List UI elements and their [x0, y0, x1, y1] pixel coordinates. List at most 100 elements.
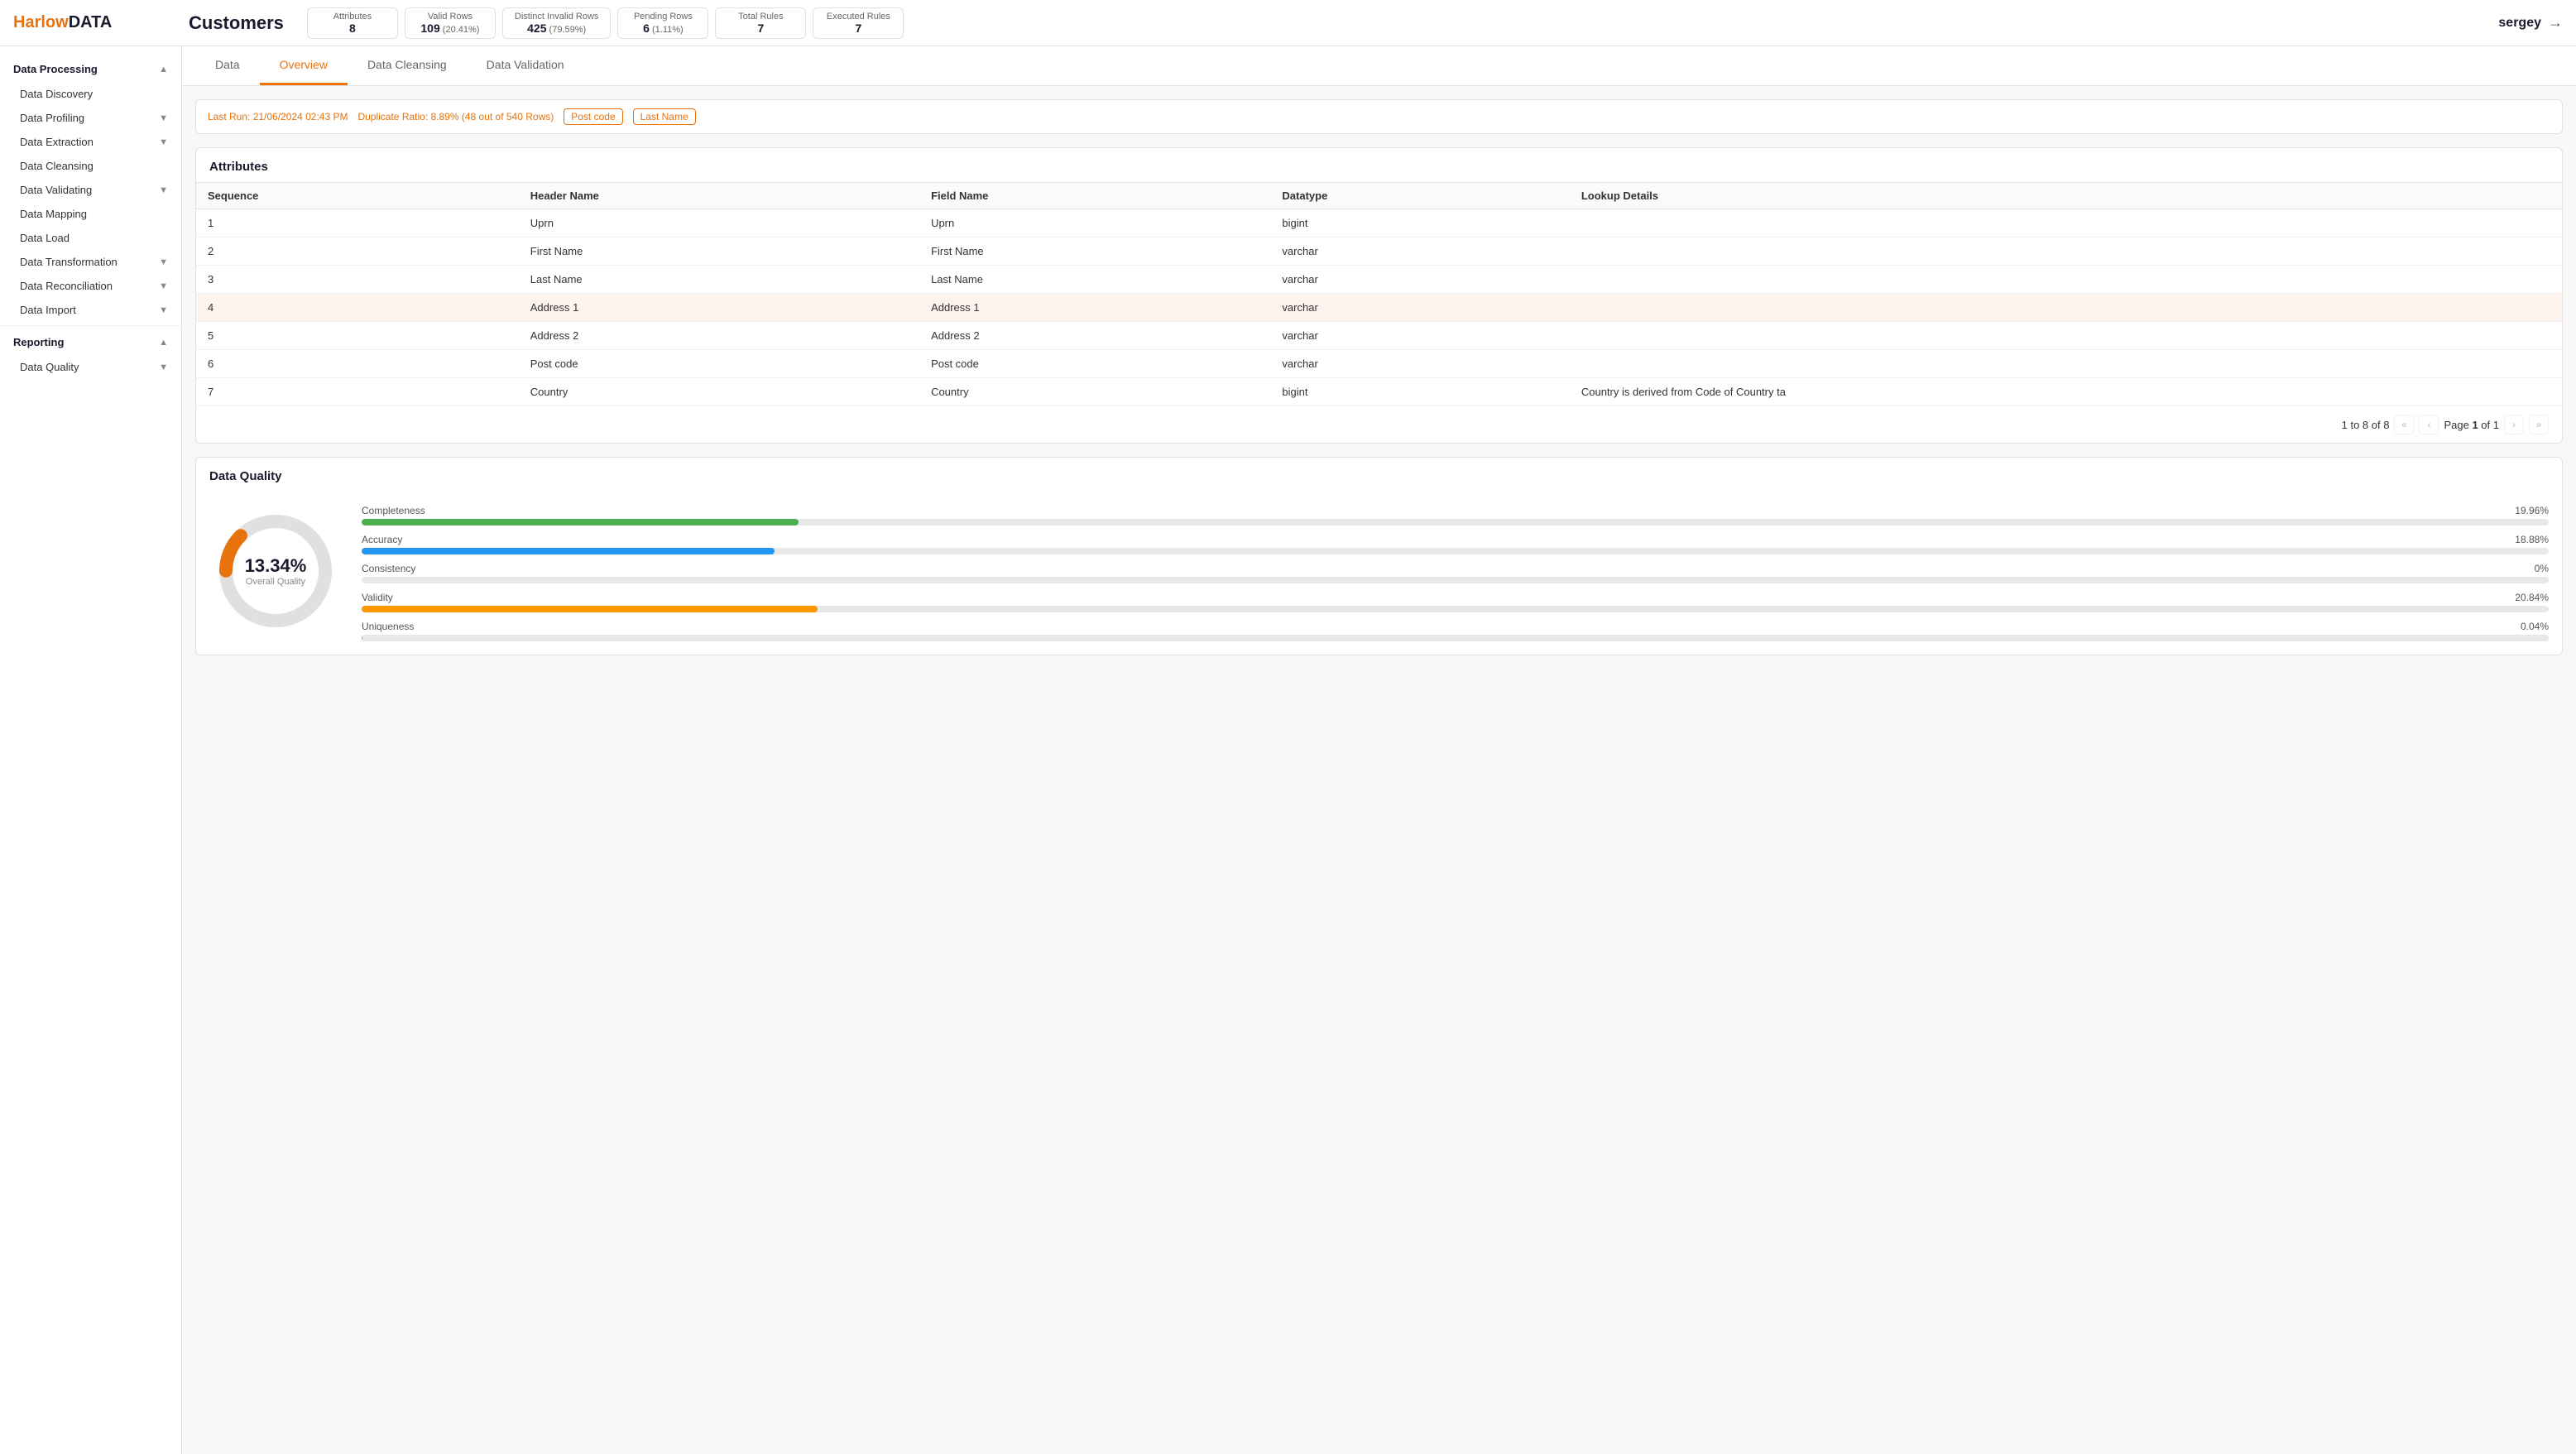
- sidebar-section-reporting[interactable]: Reporting ▲: [0, 329, 181, 355]
- tab-list: DataOverviewData CleansingData Validatio…: [195, 46, 584, 85]
- bar-fill: [362, 548, 775, 554]
- table-cell: First Name: [919, 238, 1270, 266]
- total-pages: 1: [2493, 419, 2499, 431]
- data-quality-title: Data Quality: [196, 458, 2562, 492]
- quality-bar-completeness: Completeness 19.96%: [362, 505, 2549, 525]
- sidebar-item-label: Data Reconciliation: [20, 280, 113, 292]
- table-cell: [1570, 209, 2562, 238]
- table-cell: 5: [196, 322, 519, 350]
- tag-postcode[interactable]: Post code: [564, 108, 622, 125]
- sidebar-item-label: Data Profiling: [20, 112, 84, 124]
- quality-inner: 13.34% Overall Quality Completeness 19.9…: [209, 505, 2549, 641]
- attributes-title: Attributes: [196, 148, 2562, 182]
- col-header-header-name: Header Name: [519, 183, 919, 209]
- sidebar-item-data-cleansing[interactable]: Data Cleansing: [0, 154, 181, 178]
- sidebar-item-label: Data Extraction: [20, 136, 94, 148]
- tab-data-cleansing[interactable]: Data Cleansing: [348, 46, 467, 85]
- table-cell: Country: [519, 378, 919, 406]
- table-cell: [1570, 238, 2562, 266]
- chevron-down-icon: ▼: [159, 257, 168, 267]
- chevron-down-icon: ▼: [159, 305, 168, 315]
- stat-value: 7: [856, 22, 862, 35]
- next-page-button[interactable]: ›: [2504, 415, 2524, 434]
- chevron-down-icon: ▼: [159, 137, 168, 147]
- stat-box-distinct-invalid-rows: Distinct Invalid Rows 425 (79.59%): [502, 7, 611, 39]
- sidebar-item-label: Data Discovery: [20, 88, 93, 100]
- stat-value: 425 (79.59%): [527, 22, 586, 35]
- last-page-button[interactable]: »: [2529, 415, 2549, 434]
- attributes-table-scroll[interactable]: SequenceHeader NameField NameDatatypeLoo…: [196, 182, 2562, 405]
- sidebar-item-label: Data Transformation: [20, 256, 118, 268]
- sidebar-content: Data Processing▲ Data Discovery Data Profi…: [0, 56, 181, 379]
- table-cell: Country: [919, 378, 1270, 406]
- first-page-button[interactable]: «: [2394, 415, 2414, 434]
- sidebar-item-data-load[interactable]: Data Load: [0, 226, 181, 250]
- bar-meta: Completeness 19.96%: [362, 505, 2549, 516]
- bar-label: Consistency: [362, 563, 415, 574]
- stat-label: Total Rules: [738, 12, 783, 22]
- table-row: 2First NameFirst Namevarchar: [196, 238, 2562, 266]
- donut-chart: 13.34% Overall Quality: [209, 505, 342, 637]
- table-cell: Address 2: [919, 322, 1270, 350]
- table-row: 1UprnUprnbigint: [196, 209, 2562, 238]
- overall-quality-pct: 13.34%: [245, 555, 307, 577]
- tab-data[interactable]: Data: [195, 46, 260, 85]
- table-cell: 6: [196, 350, 519, 378]
- table-cell: Address 1: [519, 294, 919, 322]
- content-area: Last Run: 21/06/2024 02:43 PM Duplicate …: [182, 86, 2576, 682]
- table-cell: [1570, 350, 2562, 378]
- sidebar-item-data-transformation[interactable]: Data Transformation ▼: [0, 250, 181, 274]
- sidebar-item-data-extraction[interactable]: Data Extraction ▼: [0, 130, 181, 154]
- stat-value: 6 (1.11%): [643, 22, 684, 35]
- table-body: 1UprnUprnbigint2First NameFirst Namevarc…: [196, 209, 2562, 406]
- sidebar-item-data-validating[interactable]: Data Validating▼: [0, 178, 181, 202]
- table-cell: 7: [196, 378, 519, 406]
- sidebar-item-data-discovery[interactable]: Data Discovery: [0, 82, 181, 106]
- table-cell: varchar: [1270, 266, 1569, 294]
- chevron-up-icon: ▲: [159, 338, 168, 348]
- table-row: 3Last NameLast Namevarchar: [196, 266, 2562, 294]
- overall-quality-label: Overall Quality: [245, 577, 307, 587]
- bar-fill: [362, 606, 818, 612]
- app-header: Harlow DATA Customers Attributes 8Valid …: [0, 0, 2576, 46]
- page-label-text: Page: [2444, 419, 2468, 431]
- stat-label: Pending Rows: [634, 12, 693, 22]
- tag-lastname[interactable]: Last Name: [633, 108, 696, 125]
- sidebar-item-data-reconciliation[interactable]: Data Reconciliation▼: [0, 274, 181, 298]
- sidebar-item-data-quality[interactable]: Data Quality▼: [0, 355, 181, 379]
- stat-label: Attributes: [333, 12, 372, 22]
- tab-data-validation[interactable]: Data Validation: [467, 46, 584, 85]
- col-header-lookup-details: Lookup Details: [1570, 183, 2562, 209]
- bar-meta: Uniqueness 0.04%: [362, 621, 2549, 632]
- attributes-card: Attributes SequenceHeader NameField Name…: [195, 147, 2563, 444]
- page-title: Customers: [189, 12, 284, 34]
- chevron-up-icon: ▲: [159, 65, 168, 74]
- stat-box-valid-rows: Valid Rows 109 (20.41%): [405, 7, 496, 39]
- sidebar-item-data-mapping[interactable]: Data Mapping: [0, 202, 181, 226]
- table-cell: Country is derived from Code of Country …: [1570, 378, 2562, 406]
- chevron-down-icon: ▼: [159, 185, 168, 195]
- current-page: 1: [2472, 419, 2478, 431]
- table-cell: varchar: [1270, 238, 1569, 266]
- data-quality-card: Data Quality 13.34% Overall Quality: [195, 457, 2563, 655]
- sidebar-item-label: Data Import: [20, 304, 76, 316]
- col-header-field-name: Field Name: [919, 183, 1270, 209]
- table-cell: Last Name: [519, 266, 919, 294]
- tab-overview[interactable]: Overview: [260, 46, 348, 85]
- bar-pct: 19.96%: [2515, 505, 2549, 516]
- sidebar-item-data-profiling[interactable]: Data Profiling▼: [0, 106, 181, 130]
- chevron-down-icon: ▼: [159, 362, 168, 372]
- logout-button[interactable]: →: [2548, 14, 2563, 31]
- page-indicator: Page 1 of 1: [2444, 419, 2499, 431]
- table-cell: [1570, 294, 2562, 322]
- last-run-label: Last Run: 21/06/2024 02:43 PM: [208, 111, 348, 122]
- prev-page-button[interactable]: ‹: [2419, 415, 2439, 434]
- sidebar-item-data-import[interactable]: Data Import ▼: [0, 298, 181, 322]
- stat-label: Distinct Invalid Rows: [515, 12, 598, 22]
- logo-data: DATA: [69, 13, 113, 32]
- sidebar-section-data-processing[interactable]: Data Processing▲: [0, 56, 181, 82]
- tab-bar: DataOverviewData CleansingData Validatio…: [182, 46, 2576, 86]
- table-cell: 2: [196, 238, 519, 266]
- sidebar-section-label: Reporting: [13, 336, 64, 348]
- bar-track: [362, 606, 2549, 612]
